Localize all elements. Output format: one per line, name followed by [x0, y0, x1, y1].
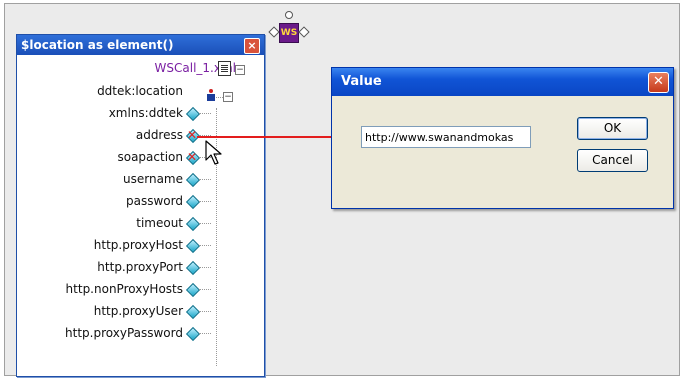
mouse-cursor-icon	[205, 140, 222, 165]
ws-port-top[interactable]	[285, 11, 293, 19]
tree-item-label: http.proxyUser	[93, 304, 183, 318]
tree-connector	[199, 113, 211, 114]
dialog-titlebar[interactable]: Value ✕	[332, 68, 673, 96]
web-service-icon[interactable]: WS	[279, 23, 299, 43]
tree-connector	[199, 333, 211, 334]
attribute-mapped-icon: ✕	[185, 150, 201, 166]
attribute-icon	[185, 238, 201, 254]
document-icon	[218, 61, 231, 76]
attribute-icon	[185, 282, 201, 298]
tree-item-label: http.proxyPassword	[65, 326, 183, 340]
ok-button[interactable]: OK	[577, 117, 648, 140]
tree-item[interactable]: xmlns:ddtek	[17, 102, 217, 124]
schema-panel-title-text: $location as element()	[21, 38, 174, 52]
attribute-icon	[185, 326, 201, 342]
tree-item-address[interactable]: address ✕	[17, 124, 217, 146]
tree-item-label: address	[135, 128, 183, 142]
tree-item[interactable]: http.proxyPort	[17, 256, 217, 278]
collapse-element-icon[interactable]: −	[223, 92, 233, 102]
tree-item[interactable]: http.proxyPassword	[17, 322, 217, 344]
tree-item-label: http.proxyHost	[93, 238, 183, 252]
tree-connector	[199, 223, 211, 224]
tree-item-label: password	[126, 194, 183, 208]
tree-item-label: soapaction	[117, 150, 183, 164]
attribute-icon	[185, 216, 201, 232]
tree-item-label: http.nonProxyHosts	[65, 282, 183, 296]
dialog-title: Value	[341, 74, 382, 89]
schema-panel-title[interactable]: $location as element() ×	[17, 35, 264, 55]
tree-connector	[199, 245, 211, 246]
cancel-button[interactable]: Cancel	[577, 149, 648, 172]
close-icon[interactable]: ✕	[648, 72, 669, 93]
tree-item[interactable]: timeout	[17, 212, 217, 234]
attribute-icon	[185, 260, 201, 276]
attribute-icon	[185, 194, 201, 210]
tree-connector	[199, 311, 211, 312]
tree-connector	[199, 179, 211, 180]
attribute-icon	[185, 304, 201, 320]
tree-item[interactable]: password	[17, 190, 217, 212]
tree-item[interactable]: username	[17, 168, 217, 190]
tree-item-label: timeout	[136, 216, 183, 230]
tree-item-label: username	[123, 172, 183, 186]
tree-item-soapaction[interactable]: soapaction ✕	[17, 146, 217, 168]
value-input[interactable]	[361, 126, 531, 148]
tree-item-label: xmlns:ddtek	[108, 106, 183, 120]
tree-connector	[216, 97, 223, 98]
attribute-mapped-icon: ✕	[185, 128, 201, 144]
file-name: WSCall_1.xml	[154, 61, 236, 75]
attribute-icon	[185, 106, 201, 122]
attribute-icon	[185, 172, 201, 188]
tree-item-label: http.proxyPort	[97, 260, 183, 274]
value-dialog[interactable]: Value ✕ OK Cancel	[331, 67, 674, 209]
element-icon	[207, 89, 215, 101]
tree-item[interactable]: http.proxyUser	[17, 300, 217, 322]
tree-item[interactable]: http.proxyHost	[17, 234, 217, 256]
schema-panel[interactable]: $location as element() × WSCall_1.xml − …	[16, 34, 265, 377]
collapse-file-icon[interactable]: −	[235, 65, 245, 75]
root-element-label: ddtek:location	[97, 84, 183, 98]
tree-item[interactable]: http.nonProxyHosts	[17, 278, 217, 300]
tree-connector	[199, 289, 211, 290]
close-icon[interactable]: ×	[244, 38, 260, 54]
root-element-row[interactable]: ddtek:location	[17, 80, 217, 102]
tree-connector	[199, 201, 211, 202]
designer-canvas: WS $location as element() × WSCall_1.xml…	[0, 0, 684, 383]
tree-connector	[199, 267, 211, 268]
